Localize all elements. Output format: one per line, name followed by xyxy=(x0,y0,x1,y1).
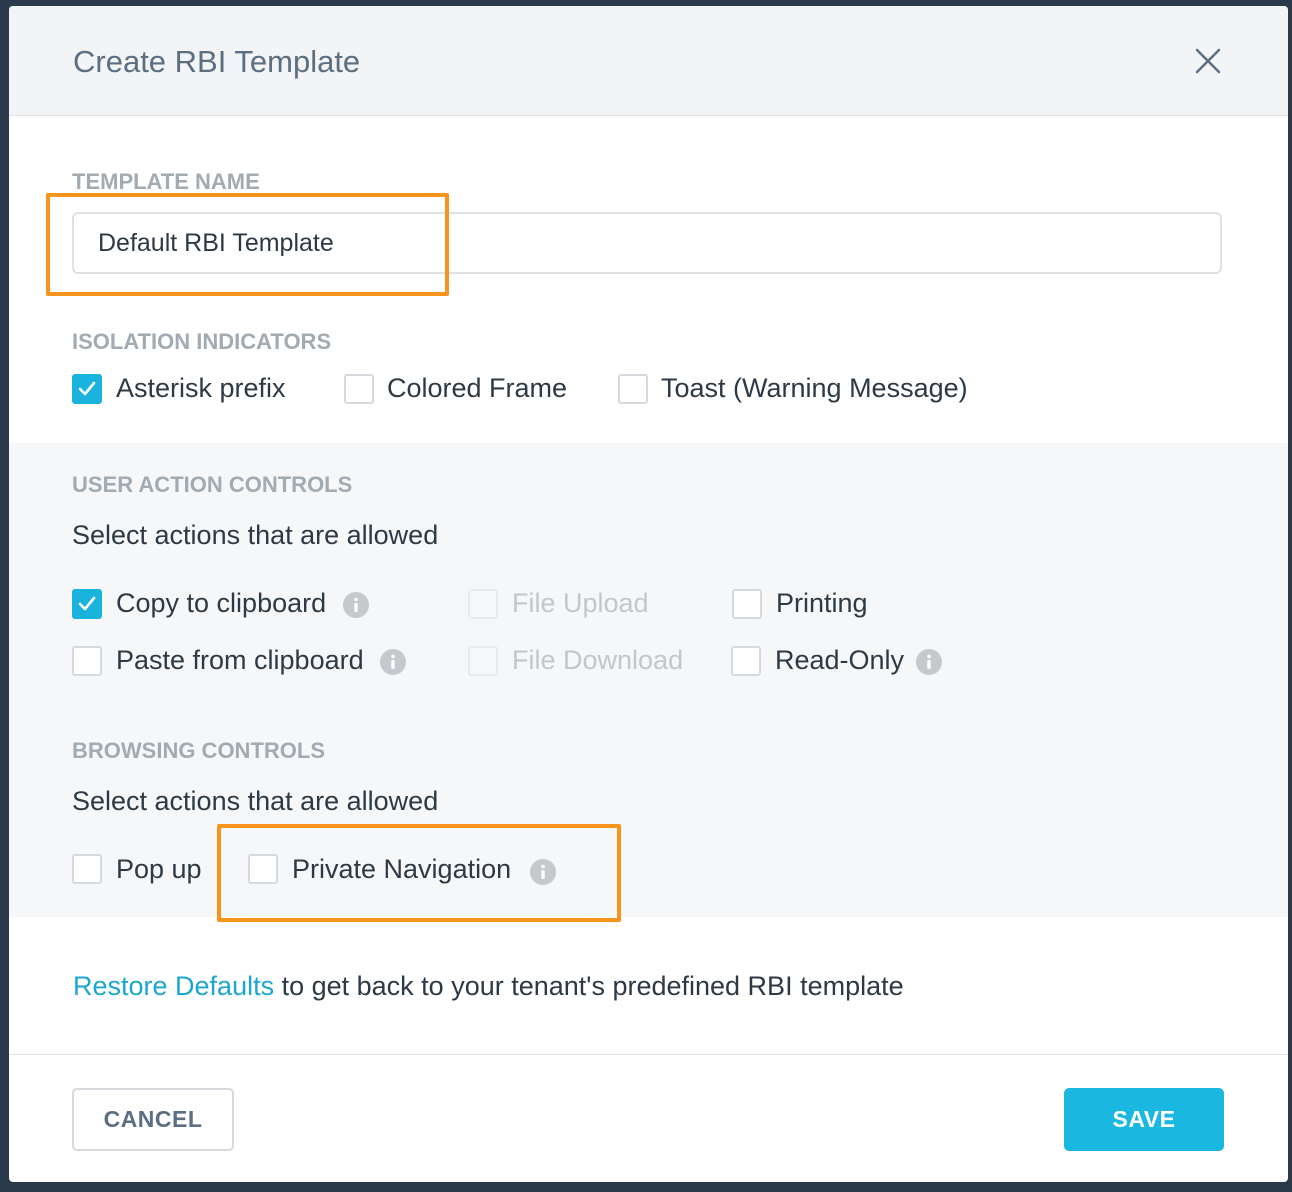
save-button[interactable]: SAVE xyxy=(1064,1088,1224,1151)
footer-divider xyxy=(9,1054,1288,1055)
template-name-input[interactable] xyxy=(72,212,1222,274)
copy-to-clipboard-checkbox[interactable] xyxy=(72,589,102,619)
restore-defaults-text: to get back to your tenant's predefined … xyxy=(274,971,904,1001)
read-only-checkbox[interactable] xyxy=(731,646,761,676)
file-upload-checkbox xyxy=(468,589,498,619)
info-icon[interactable] xyxy=(530,859,556,885)
info-icon[interactable] xyxy=(916,649,942,675)
asterisk-prefix-label: Asterisk prefix xyxy=(116,373,286,403)
toast-warning-checkbox[interactable] xyxy=(618,374,648,404)
checkmark-icon xyxy=(78,381,96,396)
info-icon[interactable] xyxy=(380,649,406,675)
private-navigation-checkbox[interactable] xyxy=(248,854,278,884)
cancel-button[interactable]: CANCEL xyxy=(72,1088,234,1151)
dialog-header: Create RBI Template xyxy=(9,6,1288,116)
paste-from-clipboard-checkbox[interactable] xyxy=(72,646,102,676)
read-only-label: Read-Only xyxy=(775,645,905,675)
colored-frame-label: Colored Frame xyxy=(387,373,568,403)
isolation-indicators-label: ISOLATION INDICATORS xyxy=(72,329,332,354)
private-navigation-label: Private Navigation xyxy=(292,854,512,884)
printing-checkbox[interactable] xyxy=(732,589,762,619)
controls-section-background xyxy=(9,443,1288,917)
file-upload-label: File Upload xyxy=(512,588,649,618)
template-name-label: TEMPLATE NAME xyxy=(72,169,260,194)
browsing-controls-subtitle: Select actions that are allowed xyxy=(72,786,439,816)
file-download-label: File Download xyxy=(512,645,684,675)
restore-defaults-link[interactable]: Restore Defaults xyxy=(73,971,274,1001)
close-icon[interactable] xyxy=(1193,46,1223,76)
paste-from-clipboard-label: Paste from clipboard xyxy=(116,645,364,675)
pop-up-checkbox[interactable] xyxy=(72,854,102,884)
checkmark-icon xyxy=(78,596,96,611)
create-rbi-template-dialog: Create RBI Template TEMPLATE NAME ISOLAT… xyxy=(9,6,1288,1182)
file-download-checkbox xyxy=(468,646,498,676)
user-action-controls-label: USER ACTION CONTROLS xyxy=(72,472,353,497)
printing-label: Printing xyxy=(776,588,868,618)
user-action-controls-subtitle: Select actions that are allowed xyxy=(72,520,439,550)
pop-up-label: Pop up xyxy=(116,854,202,884)
browsing-controls-label: BROWSING CONTROLS xyxy=(72,738,325,763)
restore-defaults-line: Restore Defaults to get back to your ten… xyxy=(73,971,904,1002)
dialog-title: Create RBI Template xyxy=(73,44,361,79)
colored-frame-checkbox[interactable] xyxy=(344,374,374,404)
toast-warning-label: Toast (Warning Message) xyxy=(661,373,968,403)
info-icon[interactable] xyxy=(343,592,369,618)
asterisk-prefix-checkbox[interactable] xyxy=(72,374,102,404)
copy-to-clipboard-label: Copy to clipboard xyxy=(116,588,327,618)
